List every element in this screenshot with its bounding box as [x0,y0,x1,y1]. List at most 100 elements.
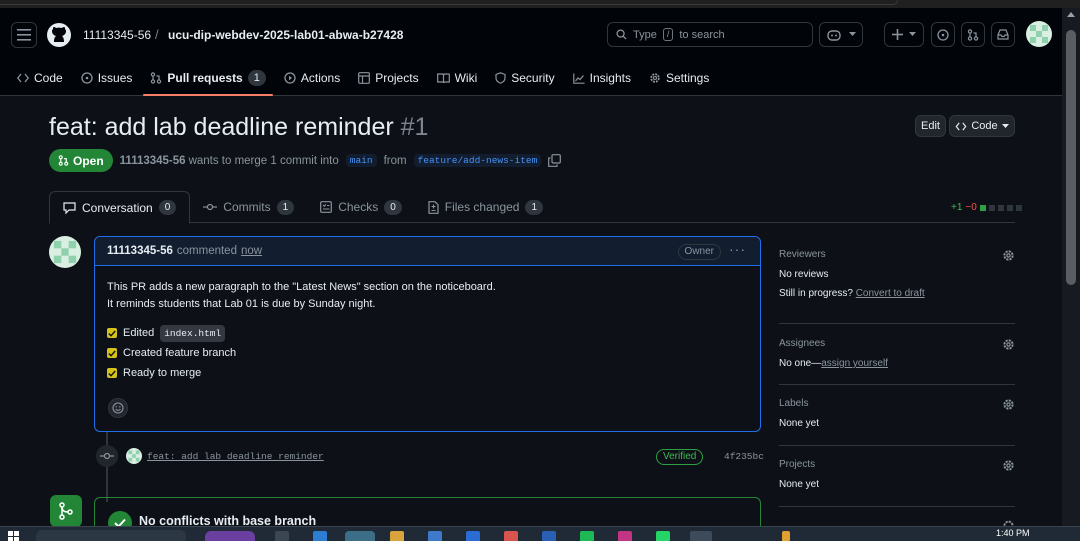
code-icon [955,122,967,130]
diffstat-bar-neutral [997,204,1004,211]
tab-files-changed[interactable]: Files changed 1 [415,191,556,223]
windows-start-icon[interactable] [8,531,19,541]
pr-tabs: Conversation 0 Commits 1 Checks 0 Files … [49,191,1015,224]
pull-request-icon [58,155,69,166]
diffstat: +1 −0 [951,202,1022,213]
inbox-button[interactable] [991,22,1015,47]
taskbar-store-icon[interactable] [428,531,442,541]
github-logo-icon[interactable] [46,22,72,48]
issues-button[interactable] [931,22,955,47]
file-diff-icon [428,200,439,214]
taskbar-app-icon[interactable] [466,531,480,541]
diffstat-deletions: −0 [965,202,977,213]
sidebar-labels-title: Labels [779,398,809,409]
tab-checks[interactable]: Checks 0 [307,191,415,223]
base-branch[interactable]: main [345,154,377,167]
nav-security[interactable]: Security [486,60,563,96]
tab-conversation[interactable]: Conversation 0 [49,191,191,224]
taskbar-spotify-icon[interactable] [580,531,594,541]
comment-time[interactable]: now [241,245,262,257]
tab-commits-label: Commits [223,200,271,214]
code-dropdown-button[interactable]: Code [949,115,1015,137]
add-reaction-button[interactable] [108,398,128,418]
gear-icon[interactable] [1002,398,1015,411]
taskbar-clock[interactable]: 1:40 PM [996,528,1030,538]
pr-state-row: Open 11113345-56 wants to merge 1 commit… [49,149,562,172]
sidebar-reviewers: Reviewers No reviews Still in progress? … [779,249,1015,324]
commit-message-link[interactable]: feat: add lab deadline reminder [147,451,324,462]
nav-projects[interactable]: Projects [349,60,427,96]
commit-sha-link[interactable]: 4f235bc [724,451,764,462]
nav-issues[interactable]: Issues [72,60,142,96]
breadcrumb-repo[interactable]: ucu-dip-webdev-2025-lab01-abwa-b27428 [168,28,403,42]
nav-pull-requests[interactable]: Pull requests 1 [141,60,274,96]
create-new-button[interactable] [884,22,924,47]
taskbar-app-icon[interactable] [313,531,327,541]
breadcrumb-owner[interactable]: 11113345-56 [83,28,151,42]
task-text: Ready to merge [123,366,202,379]
pr-author[interactable]: 11113345-56 [120,155,186,167]
taskbar-widget-icon[interactable] [205,531,255,541]
gear-icon[interactable] [1002,338,1015,351]
nav-settings[interactable]: Settings [640,60,718,96]
checkbox-checked-icon[interactable] [107,368,117,378]
owner-badge: Owner [677,244,721,260]
gear-icon[interactable] [1002,459,1015,472]
copilot-button[interactable] [819,22,863,47]
convert-to-draft-link[interactable]: Convert to draft [856,288,925,299]
chevron-down-icon [1001,123,1009,128]
nav-insights[interactable]: Insights [564,60,640,96]
task-list: Edited index.html Created feature branch… [107,323,748,383]
tab-files-changed-label: Files changed [444,200,520,214]
copy-icon[interactable] [548,154,562,167]
gear-icon[interactable] [1002,249,1015,262]
taskbar-folder-icon[interactable] [390,531,404,541]
diffstat-bar-added [979,204,986,211]
page-scrollbar[interactable] [1062,8,1080,526]
nav-actions[interactable]: Actions [275,60,349,96]
comment-action: commented [176,245,237,257]
taskbar-instagram-icon[interactable] [618,531,632,541]
scroll-up-arrow-icon[interactable] [1067,12,1075,17]
gear-icon[interactable] [1002,519,1015,526]
taskbar-task-view-icon[interactable] [275,531,289,541]
commit-author-avatar[interactable] [126,448,142,464]
tab-commits[interactable]: Commits 1 [190,191,307,223]
diffstat-bar-neutral [1006,204,1013,211]
tab-checks-label: Checks [338,200,379,214]
head-branch[interactable]: feature/add-news-item [413,154,542,167]
taskbar-app-icon[interactable] [690,531,712,541]
pull-requests-button[interactable] [961,22,985,47]
assign-yourself-link[interactable]: assign yourself [821,358,888,369]
taskbar-search-box[interactable] [36,530,186,541]
checkbox-checked-icon[interactable] [107,348,117,358]
menu-button[interactable] [11,22,37,48]
gear-icon [650,73,660,83]
taskbar-app-icon[interactable] [504,531,518,541]
code-icon [17,73,29,83]
comment-options-icon[interactable]: ··· [729,241,746,257]
user-avatar[interactable] [1026,21,1052,47]
nav-wiki[interactable]: Wiki [428,60,487,96]
checkbox-checked-icon[interactable] [107,328,117,338]
nav-settings-label: Settings [665,71,710,85]
comment-author[interactable]: 11113345-56 [107,245,173,257]
nav-code[interactable]: Code [0,60,72,96]
search-input[interactable]: Type / to search [607,22,813,47]
sidebar-labels: Labels None yet [779,398,1015,446]
nav-projects-label: Projects [375,71,419,85]
commit-icon [203,203,218,211]
taskbar-word-icon[interactable] [542,531,556,541]
verified-badge[interactable]: Verified [656,449,704,465]
search-placeholder-suffix: to search [679,28,725,41]
comment-author-avatar[interactable] [49,236,81,268]
comment-line: This PR adds a new paragraph to the "Lat… [107,281,496,293]
scrollbar-thumb[interactable] [1066,30,1076,285]
task-text: Created feature branch [123,346,237,359]
address-bar-edge [0,0,898,5]
taskbar-edge-icon[interactable] [345,531,375,541]
sidebar-assignees-row: No one—assign yourself [779,358,1015,369]
taskbar-whatsapp-icon[interactable] [656,531,670,541]
sidebar-reviewers-title: Reviewers [779,249,826,260]
edit-button[interactable]: Edit [915,115,946,137]
